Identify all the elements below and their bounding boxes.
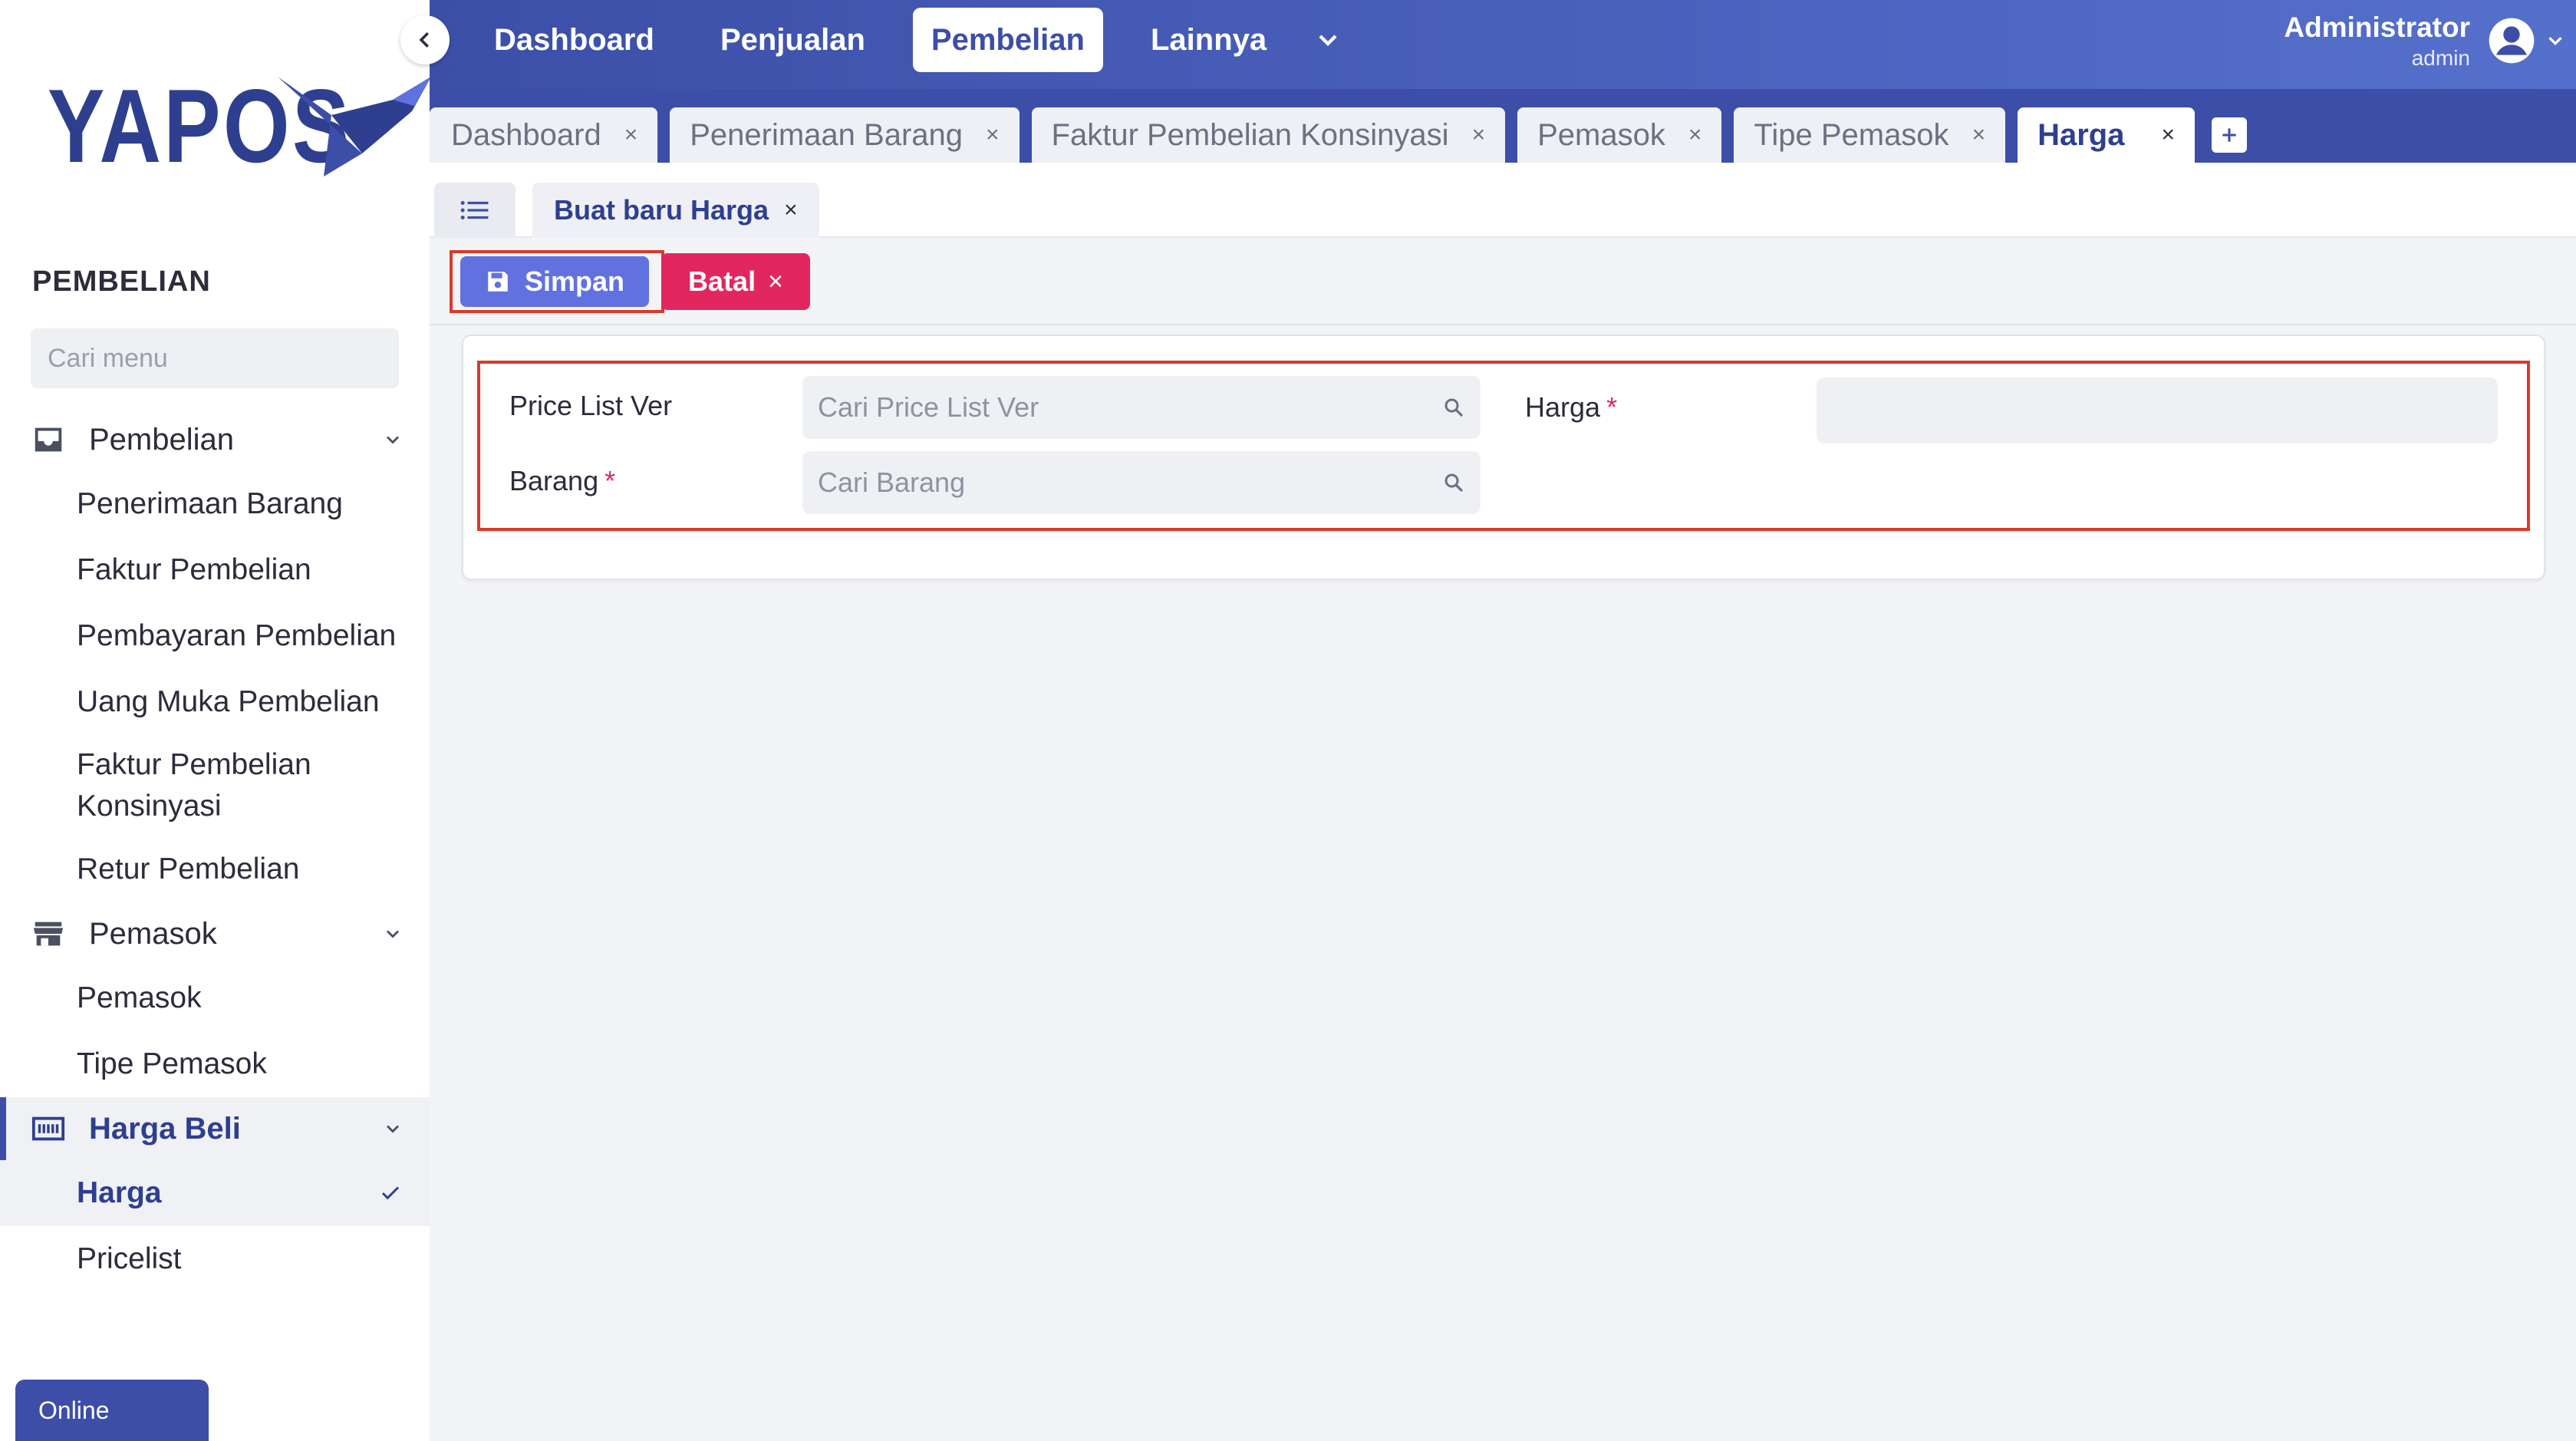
top-navbar: Dashboard Penjualan Pembelian Lainnya Ad… bbox=[430, 0, 2576, 89]
tab-harga[interactable]: Harga × bbox=[2018, 107, 2196, 163]
store-icon bbox=[33, 922, 64, 946]
tab-penerimaan-barang[interactable]: Penerimaan Barang × bbox=[670, 107, 1020, 163]
sidebar-collapse-button[interactable] bbox=[400, 15, 450, 64]
required-marker: * bbox=[1606, 391, 1618, 423]
user-name: Administrator bbox=[2284, 12, 2470, 43]
tab-label: Penerimaan Barang bbox=[690, 117, 963, 152]
close-icon[interactable]: × bbox=[624, 122, 638, 148]
harga-input[interactable] bbox=[1832, 394, 2482, 427]
sidebar-group-pembelian[interactable]: Pembelian bbox=[0, 408, 430, 471]
sidebar-item-label: Faktur Pembelian Konsinyasi bbox=[77, 748, 311, 823]
sidebar-group-harga-beli[interactable]: Harga Beli bbox=[0, 1097, 430, 1160]
tab-dashboard[interactable]: Dashboard × bbox=[430, 107, 658, 163]
tab-tipe-pemasok[interactable]: Tipe Pemasok × bbox=[1734, 107, 2006, 163]
cancel-button[interactable]: Batal × bbox=[661, 253, 810, 310]
tab-label: Pemasok bbox=[1537, 117, 1665, 152]
sub-tab-row: Buat baru Harga × bbox=[430, 163, 2576, 238]
save-button[interactable]: Simpan bbox=[460, 256, 649, 307]
sidebar-group-label: Pembelian bbox=[89, 422, 235, 457]
chevron-down-icon bbox=[387, 1125, 399, 1133]
close-icon[interactable]: × bbox=[986, 122, 1000, 148]
sidebar-item-retur-pembelian[interactable]: Retur Pembelian bbox=[0, 836, 430, 902]
nav-dashboard[interactable]: Dashboard bbox=[476, 8, 673, 72]
sidebar-item-tipe-pemasok[interactable]: Tipe Pemasok bbox=[0, 1031, 430, 1097]
field-label-text: Barang bbox=[509, 465, 599, 496]
nav-penjualan[interactable]: Penjualan bbox=[702, 8, 884, 72]
check-icon bbox=[381, 1186, 400, 1200]
sidebar-item-label: Harga bbox=[77, 1176, 162, 1209]
list-icon bbox=[460, 200, 489, 220]
sidebar-group-label: Harga Beli bbox=[89, 1111, 241, 1146]
floppy-disk-icon bbox=[488, 272, 508, 292]
close-icon: × bbox=[768, 266, 783, 296]
price-tag-icon bbox=[31, 1116, 65, 1141]
chevron-down-icon[interactable] bbox=[1313, 25, 1343, 55]
tab-label: Faktur Pembelian Konsinyasi bbox=[1051, 117, 1449, 152]
close-icon[interactable]: × bbox=[1688, 122, 1702, 148]
barang-field bbox=[802, 451, 1481, 514]
list-view-button[interactable] bbox=[434, 183, 516, 238]
tab-faktur-pembelian-konsinyasi[interactable]: Faktur Pembelian Konsinyasi × bbox=[1031, 107, 1506, 163]
price-list-ver-field bbox=[802, 376, 1481, 439]
user-menu[interactable]: Administrator admin bbox=[2284, 6, 2576, 75]
bird-logo-icon bbox=[278, 77, 431, 176]
close-icon[interactable]: × bbox=[1472, 122, 1486, 148]
sidebar-item-penerimaan-barang[interactable]: Penerimaan Barang bbox=[0, 471, 430, 537]
action-bar: Simpan Batal × bbox=[430, 238, 2576, 325]
barang-input[interactable] bbox=[818, 467, 1442, 499]
sidebar-item-pembayaran-pembelian[interactable]: Pembayaran Pembelian bbox=[0, 603, 430, 669]
main-nav: Dashboard Penjualan Pembelian Lainnya bbox=[476, 8, 1343, 72]
required-marker: * bbox=[604, 465, 616, 496]
inbox-tray-icon bbox=[35, 427, 62, 452]
price-list-ver-input[interactable] bbox=[818, 391, 1442, 424]
add-tab-button[interactable] bbox=[2212, 117, 2248, 153]
online-status-badge[interactable]: Online bbox=[15, 1380, 209, 1441]
user-avatar-icon[interactable] bbox=[2487, 16, 2536, 65]
plus-icon bbox=[2222, 128, 2236, 142]
user-info: Administrator admin bbox=[2284, 10, 2470, 71]
open-tabs: Dashboard × Penerimaan Barang × Faktur P… bbox=[430, 107, 2248, 163]
harga-field bbox=[1817, 378, 2498, 444]
sidebar-item-pricelist[interactable]: Pricelist bbox=[0, 1226, 430, 1292]
sidebar-section-title: PEMBELIAN bbox=[32, 265, 211, 298]
sidebar: YAPOS PEMBELIAN Pembelian Penerimaan Bar… bbox=[0, 0, 431, 1441]
sidebar-group-label: Pemasok bbox=[89, 916, 217, 951]
sidebar-nav: Pembelian Penerimaan Barang Faktur Pembe… bbox=[0, 408, 430, 1292]
sidebar-item-pemasok[interactable]: Pemasok bbox=[0, 965, 430, 1031]
tab-label: Harga bbox=[2037, 117, 2125, 152]
harga-label: Harga * bbox=[1525, 391, 1617, 424]
search-icon[interactable] bbox=[1442, 471, 1465, 494]
user-role: admin bbox=[2411, 46, 2470, 70]
chevron-down-icon[interactable] bbox=[2544, 29, 2567, 52]
nav-lainnya[interactable]: Lainnya bbox=[1132, 8, 1285, 72]
nav-pembelian[interactable]: Pembelian bbox=[912, 8, 1103, 72]
sidebar-item-faktur-pembelian-konsinyasi[interactable]: Faktur Pembelian Konsinyasi bbox=[0, 735, 430, 836]
chevron-down-icon bbox=[387, 930, 399, 938]
tab-label: Dashboard bbox=[451, 117, 601, 152]
tab-pemasok[interactable]: Pemasok × bbox=[1517, 107, 1722, 163]
chevron-left-icon bbox=[419, 32, 429, 48]
menu-search bbox=[31, 328, 399, 388]
sidebar-group-pemasok[interactable]: Pemasok bbox=[0, 902, 430, 965]
close-icon[interactable]: × bbox=[784, 197, 798, 223]
field-label-text: Harga bbox=[1525, 391, 1601, 423]
price-list-ver-label: Price List Ver bbox=[509, 390, 672, 422]
cancel-label: Batal bbox=[688, 265, 756, 297]
close-icon[interactable]: × bbox=[2161, 122, 2175, 148]
save-label: Simpan bbox=[524, 265, 625, 297]
barang-label: Barang * bbox=[509, 465, 615, 497]
app-logo[interactable]: YAPOS bbox=[48, 74, 431, 178]
close-icon[interactable]: × bbox=[1972, 122, 1986, 148]
menu-search-input[interactable] bbox=[48, 343, 387, 374]
sidebar-item-harga[interactable]: Harga bbox=[0, 1160, 430, 1226]
chevron-down-icon bbox=[387, 436, 399, 444]
subtab-label: Buat baru Harga bbox=[554, 194, 769, 226]
sidebar-item-uang-muka-pembelian[interactable]: Uang Muka Pembelian bbox=[0, 669, 430, 735]
field-label-text: Price List Ver bbox=[509, 390, 673, 421]
tab-label: Tipe Pemasok bbox=[1754, 117, 1949, 152]
subtab-buat-baru-harga[interactable]: Buat baru Harga × bbox=[532, 183, 819, 238]
search-icon[interactable] bbox=[1442, 396, 1465, 419]
tab-strip: Dashboard × Penerimaan Barang × Faktur P… bbox=[430, 89, 2576, 163]
sidebar-item-faktur-pembelian[interactable]: Faktur Pembelian bbox=[0, 537, 430, 603]
